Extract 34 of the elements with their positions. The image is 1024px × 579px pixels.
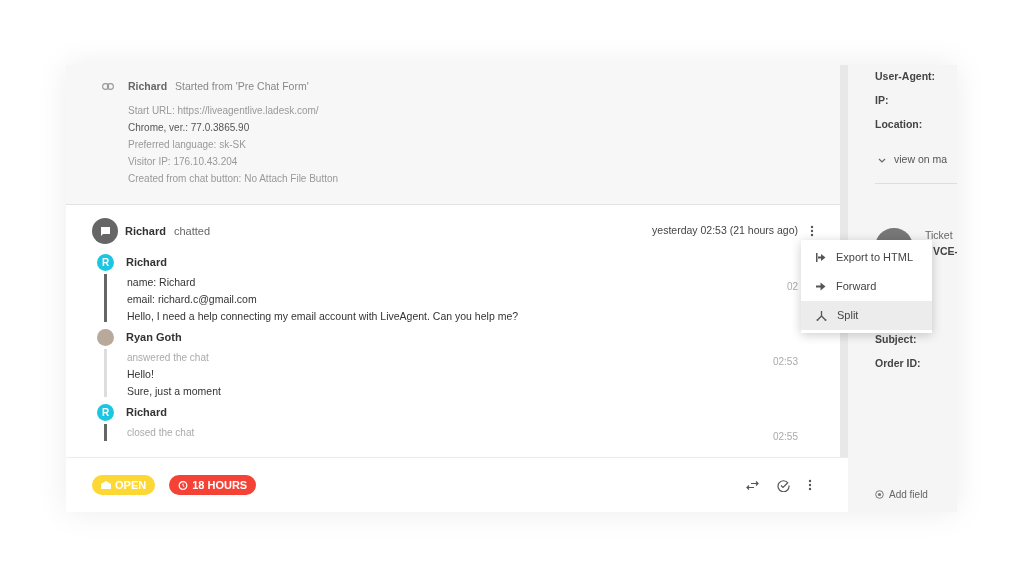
message-text: Sure, just a moment bbox=[127, 384, 222, 399]
message-text: name: Richard bbox=[127, 275, 197, 290]
event-detail: Start URL: https://liveagentlive.ladesk.com/ bbox=[128, 103, 320, 118]
message-author: Ryan Goth bbox=[126, 330, 182, 346]
field-label: IP: bbox=[875, 92, 890, 108]
field-label: User-Agent: bbox=[875, 69, 937, 84]
field-label: Order ID: bbox=[875, 355, 922, 371]
ticket-label: Ticket bbox=[925, 228, 954, 243]
status-badge: OPEN bbox=[92, 475, 156, 495]
chat-action: chatted bbox=[173, 223, 211, 239]
event-detail: Created from chat button: No Attach File Button bbox=[128, 171, 340, 186]
event-detail: Visitor IP: 176.10.43.204 bbox=[128, 154, 239, 169]
message-time: 02 bbox=[786, 280, 798, 294]
avatar: R bbox=[97, 254, 114, 271]
field-label: Location: bbox=[875, 116, 924, 132]
avatar: R bbox=[97, 404, 114, 421]
event-detail: Preferred language: sk-SK bbox=[128, 137, 247, 152]
message-author: Richard bbox=[126, 405, 167, 421]
message-author: Richard bbox=[126, 255, 167, 271]
message-text: Hello! bbox=[127, 367, 155, 382]
timer-badge: 18 HOURS bbox=[169, 475, 257, 495]
message-text: Hello, I need a help connecting my email account with LiveAgent. Can you help me? bbox=[127, 309, 520, 324]
ticket-code: VCE- bbox=[933, 243, 957, 259]
chat-author: Richard bbox=[125, 223, 166, 239]
message-note: answered the chat bbox=[127, 351, 210, 365]
message-time: 02:53 bbox=[772, 355, 798, 369]
event-author: Richard bbox=[128, 79, 168, 94]
message-note: closed the chat bbox=[127, 426, 196, 440]
event-action: Started from 'Pre Chat Form' bbox=[175, 79, 309, 94]
field-label: Subject: bbox=[875, 332, 918, 347]
chat-time: yesterday 02:53 (21 hours ago) bbox=[652, 223, 798, 239]
message-text: email: richard.c@gmail.com bbox=[127, 292, 258, 307]
event-detail: Chrome, ver.: 77.0.3865.90 bbox=[128, 120, 251, 135]
message-time: 02:55 bbox=[772, 430, 798, 444]
